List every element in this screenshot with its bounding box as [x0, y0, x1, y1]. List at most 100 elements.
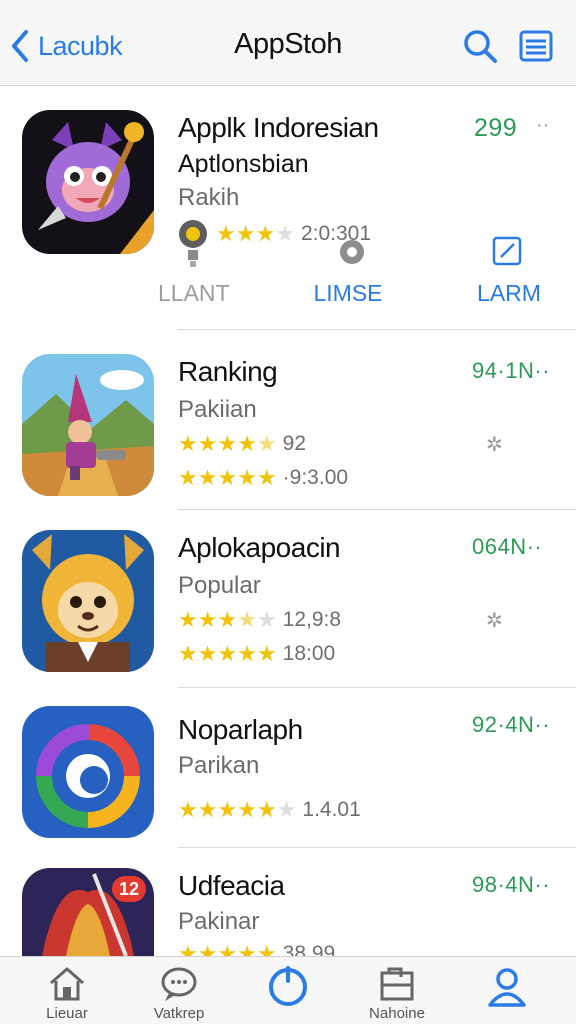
star-icon: ★ [217, 431, 238, 456]
nav-header: Lacubk AppStoh [0, 0, 576, 86]
app-category: Pakiian [178, 396, 257, 423]
rating-count: 38.99 [282, 942, 336, 956]
action-button-3[interactable]: LARM [472, 280, 546, 307]
app-price-button[interactable]: 299 [474, 114, 517, 143]
app-name[interactable]: Noparlaph [178, 714, 303, 746]
star-icon: ★ [178, 797, 198, 822]
tab-home[interactable]: Lieuar [12, 957, 122, 1024]
app-subtitle: Aptlonsbian [178, 150, 309, 178]
star-icon: ★ [217, 797, 238, 822]
sparkle-icon: ✲ [486, 610, 503, 632]
star-icon: ★ [178, 431, 198, 456]
search-icon[interactable] [460, 26, 500, 66]
app-icon-lion[interactable] [22, 530, 154, 672]
star-icon: ★ [255, 221, 276, 246]
app-name[interactable]: Udfeacia [178, 870, 285, 902]
star-rating: ★ ★ ★ ★ ★ 12,9:8 [178, 608, 341, 632]
row-divider [178, 687, 576, 688]
home-icon [50, 967, 84, 1001]
star-icon: ★ [178, 641, 198, 666]
star-icon: ★ [197, 607, 218, 632]
star-icon: ★ [256, 942, 277, 957]
app-price-button[interactable]: 94·1N·· [472, 358, 550, 384]
app-price-button[interactable]: 98·4N·· [472, 872, 550, 898]
star-icon: ★ [197, 797, 218, 822]
gnome-app-icon [22, 354, 154, 496]
app-icon-gnome[interactable] [22, 354, 154, 496]
star-icon: ★ [237, 431, 257, 456]
star-rating: ★ ★ ★ ★ ★ 38.99 [178, 942, 335, 956]
row-divider [178, 329, 576, 330]
more-dots-icon[interactable]: ·· [536, 114, 549, 137]
list-menu-icon[interactable] [516, 26, 556, 66]
app-category: Parikan [178, 752, 260, 779]
rating-count: 1.4.01 [302, 798, 361, 821]
app-icon-monster[interactable] [22, 110, 154, 254]
swirl-app-icon [22, 706, 154, 838]
app-name[interactable]: Ranking [178, 356, 278, 388]
star-icon: ★ [197, 465, 218, 490]
star-icon: ★ [237, 797, 257, 822]
tab-label: Vatkrep [153, 1005, 205, 1022]
star-icon: ★ [217, 465, 238, 490]
star-icon: ★ [178, 942, 198, 957]
app-category: Popular [178, 572, 261, 599]
star-icon: ★ [237, 641, 257, 666]
tab-inbox[interactable]: Nahoine [342, 957, 452, 1024]
tab-chat[interactable]: Vatkrep [124, 957, 234, 1024]
app-name[interactable]: Aplokapoacin [178, 532, 341, 564]
lightbulb-icon [179, 220, 207, 267]
app-price-button[interactable]: 92·4N·· [472, 712, 550, 738]
star-icon: ★ [217, 607, 238, 632]
star-icon: ★ [256, 641, 277, 666]
app-icon-swirl[interactable] [22, 706, 154, 838]
star-rating-secondary: ★ ★ ★ ★ ★ ·9:3.00 [178, 466, 348, 490]
sparkle-icon: ✲ [486, 434, 503, 456]
badge-count: 12 [112, 876, 146, 902]
rating-count: 92 [282, 432, 307, 455]
record-icon [340, 240, 364, 264]
star-icon: ★ [178, 465, 198, 490]
rating-count: ·9:3.00 [282, 466, 349, 489]
inbox-icon [380, 967, 414, 1001]
star-icon: ★ [276, 797, 297, 822]
tab-bar: Lieuar Vatkrep Nahoine [0, 956, 576, 1024]
star-icon: ★ [197, 942, 218, 957]
star-icon: ★ [237, 465, 257, 490]
action-button-1[interactable]: LLANT [158, 280, 230, 307]
tab-profile[interactable] [452, 957, 562, 1024]
star-icon: ★ [237, 942, 257, 957]
app-price-button[interactable]: 064N·· [472, 534, 542, 560]
power-icon [269, 966, 307, 1006]
rating-count: 12,9:8 [282, 608, 342, 631]
app-category: Pakinar [178, 908, 260, 935]
star-icon: ★ [237, 607, 257, 632]
star-icon: ★ [256, 797, 277, 822]
row-divider [178, 847, 576, 848]
star-rating: ★ ★ ★ ★ ★ ★ 1.4.01 [178, 798, 361, 822]
star-icon: ★ [197, 641, 218, 666]
star-icon: ★ [256, 465, 277, 490]
monster-app-icon [22, 110, 154, 254]
tab-label: Lieuar [46, 1005, 88, 1022]
tab-power[interactable] [233, 957, 343, 1024]
star-rating-clip: ★ ★ ★ ★ ★ 38.99 [178, 942, 576, 956]
star-icon: ★ [197, 431, 218, 456]
tab-label: Nahoine [369, 1005, 425, 1022]
action-button-2[interactable]: LIMSE [308, 280, 388, 307]
rating-count: 18:00 [282, 642, 336, 665]
person-icon [488, 968, 526, 1007]
star-icon: ★ [178, 607, 198, 632]
star-rating-secondary: ★ ★ ★ ★ ★ 18:00 [178, 642, 335, 666]
star-icon: ★ [235, 221, 256, 246]
star-icon: ★ [275, 221, 295, 246]
app-category: Rakih [178, 184, 240, 211]
star-icon: ★ [256, 431, 277, 456]
app-name[interactable]: Applk Indoresian [178, 112, 379, 144]
edit-icon[interactable] [490, 234, 524, 268]
lion-app-icon [22, 530, 154, 672]
star-icon: ★ [216, 221, 236, 246]
star-icon: ★ [256, 607, 277, 632]
row-divider [178, 509, 576, 510]
star-rating: ★ ★ ★ ★ ★ 92 [178, 432, 306, 456]
